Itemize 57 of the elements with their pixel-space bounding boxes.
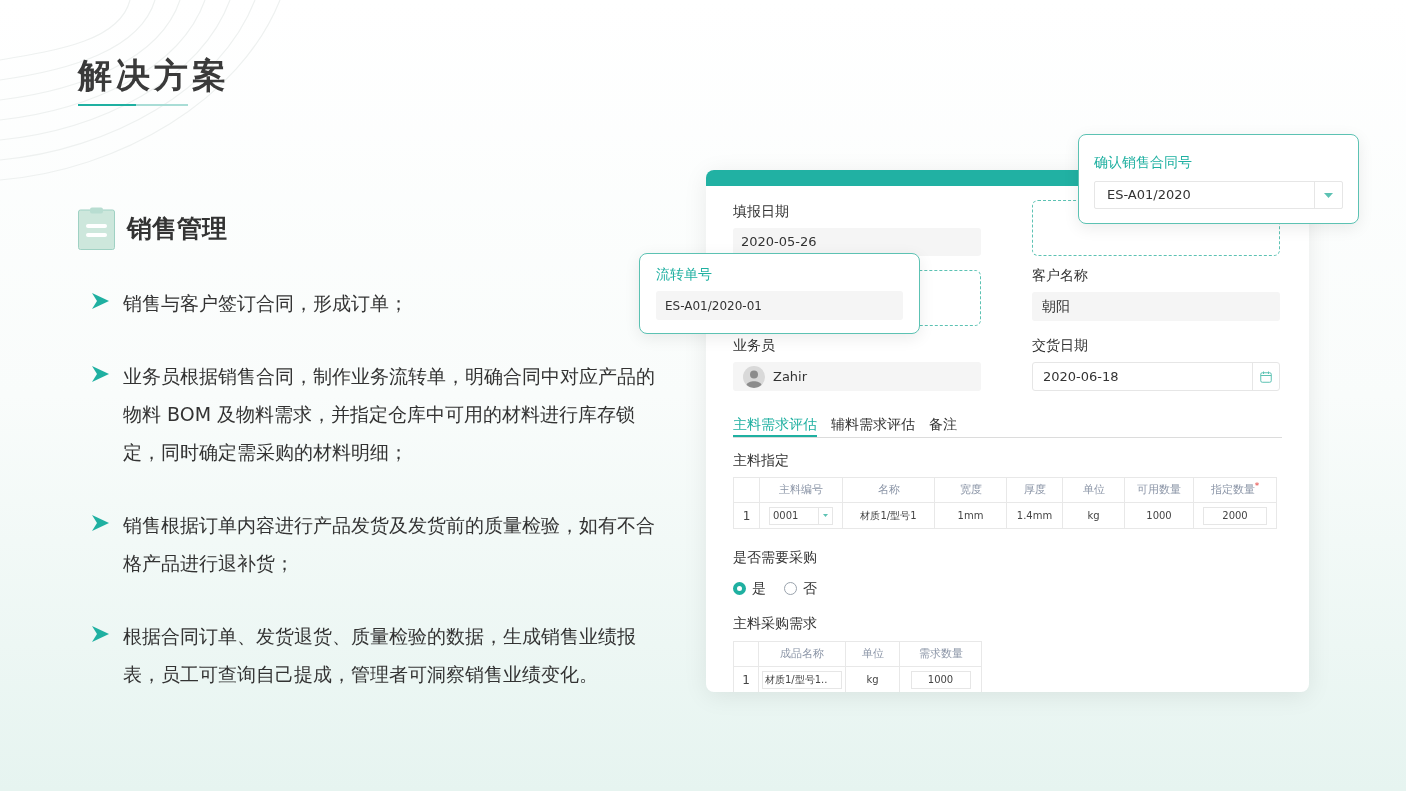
radio-icon [733,582,746,595]
date-picker-field[interactable]: 2020-06-18 [1032,362,1280,391]
table-cell: 1mm [935,503,1007,528]
salesperson-field[interactable]: Zahir [733,362,981,391]
column-header: 需求数量 [917,645,964,662]
column-header: 单位 [1063,478,1125,502]
popup-label: 确认销售合同号 [1094,153,1192,172]
tab[interactable]: 备注 [929,415,957,437]
calendar-icon [1260,370,1272,383]
slide-title: 解决方案 [78,58,230,92]
column-header: 可用数量 [1125,478,1194,502]
table-cell: kg [1063,503,1125,528]
field-label: 交货日期 [1032,338,1088,352]
caret-icon [1324,192,1333,198]
table-title: 主料采购需求 [733,614,817,633]
popup-label: 流转单号 [656,265,712,284]
table-cell: 材质1/型号1 [843,503,935,528]
quantity-input[interactable]: 2000 [1203,506,1267,525]
bullet-text: 销售与客户签订合同，形成订单； [123,291,409,316]
bullet-text: 业务员根据销售合同，制作业务流转单，明确合同中对应产品的物料 BOM 及物料需求，并指定仓库中可用的材料进行库存锁定，同时确定需采购的材料明细； [123,364,656,465]
table-cell: 1000 [1125,503,1194,528]
section-heading: 销售管理 [127,216,227,241]
clipboard-icon [78,207,115,250]
column-header: 宽度 [935,478,1007,502]
avatar-icon [743,365,765,388]
transfer-number-field[interactable]: ES-A01/2020-01 [656,291,903,320]
product-input[interactable]: 材质1/型号1.. [762,670,842,689]
table-cell: 1.4mm [1007,503,1063,528]
row-number: 1 [734,503,760,528]
tab[interactable]: 辅料需求评估 [831,415,915,437]
field-label: 填报日期 [733,204,789,218]
column-header: 主料编号 [760,478,843,502]
code-select[interactable]: 0001 [769,506,833,525]
bullet-text: 根据合同订单、发货退货、质量检验的数据，生成销售业绩报表，员工可查询自己提成，管理者可洞察销售业绩变化。 [123,624,637,687]
arrow-bullet-icon [92,626,109,642]
field-label: 客户名称 [1032,268,1088,282]
radio-option[interactable]: 是 [733,578,766,599]
bullet-text: 销售根据订单内容进行产品发货及发货前的质量检验，如有不合格产品进行退补货； [123,513,656,576]
customer-field[interactable]: 朝阳 [1032,292,1280,321]
row-number: 1 [734,667,759,692]
column-header: 厚度 [1007,478,1063,502]
arrow-bullet-icon [92,293,109,309]
radio-option[interactable]: 否 [784,578,817,599]
column-header: 单位 [846,642,900,666]
table-title: 主料指定 [733,451,789,470]
column-header: 指定数量* [1209,480,1261,498]
date-field[interactable]: 2020-05-26 [733,228,981,256]
column-header: 成品名称 [759,642,846,666]
contract-select[interactable]: ES-A01/2020 [1094,181,1343,209]
table-cell: kg [846,667,900,692]
column-header: 名称 [843,478,935,502]
quantity-input[interactable]: 1000 [910,670,971,689]
arrow-bullet-icon [92,366,109,382]
arrow-bullet-icon [92,515,109,531]
question-label: 是否需要采购 [733,548,817,567]
caret-icon [823,514,828,517]
field-label: 业务员 [733,338,775,352]
